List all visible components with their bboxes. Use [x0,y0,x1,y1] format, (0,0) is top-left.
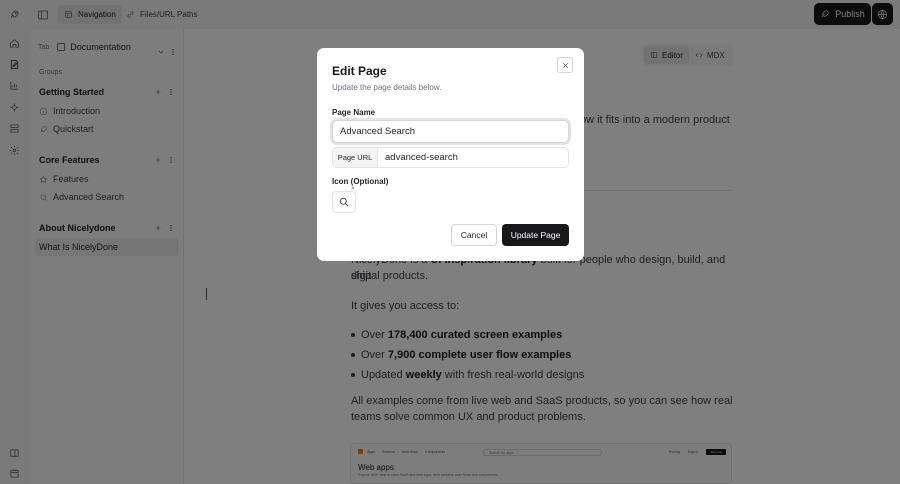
page-url-label: Page URL [333,148,378,167]
dialog-description: Update the page details below. [332,83,442,92]
search-icon [339,197,349,207]
page-name-label: Page Name [332,108,376,117]
page-name-input[interactable] [332,120,569,143]
icon-label: Icon (Optional) [332,177,389,186]
remove-icon-button[interactable]: × [351,186,357,192]
page-url-input[interactable] [378,148,568,167]
update-page-button[interactable]: Update Page [502,224,569,246]
page-url-field: Page URL [332,147,569,168]
close-icon [562,62,568,68]
icon-picker-button[interactable] [332,191,356,213]
cancel-button[interactable]: Cancel [451,224,497,246]
close-button[interactable] [557,57,573,73]
dialog-title: Edit Page [332,64,387,78]
edit-page-dialog: Edit Page Update the page details below.… [317,48,584,261]
